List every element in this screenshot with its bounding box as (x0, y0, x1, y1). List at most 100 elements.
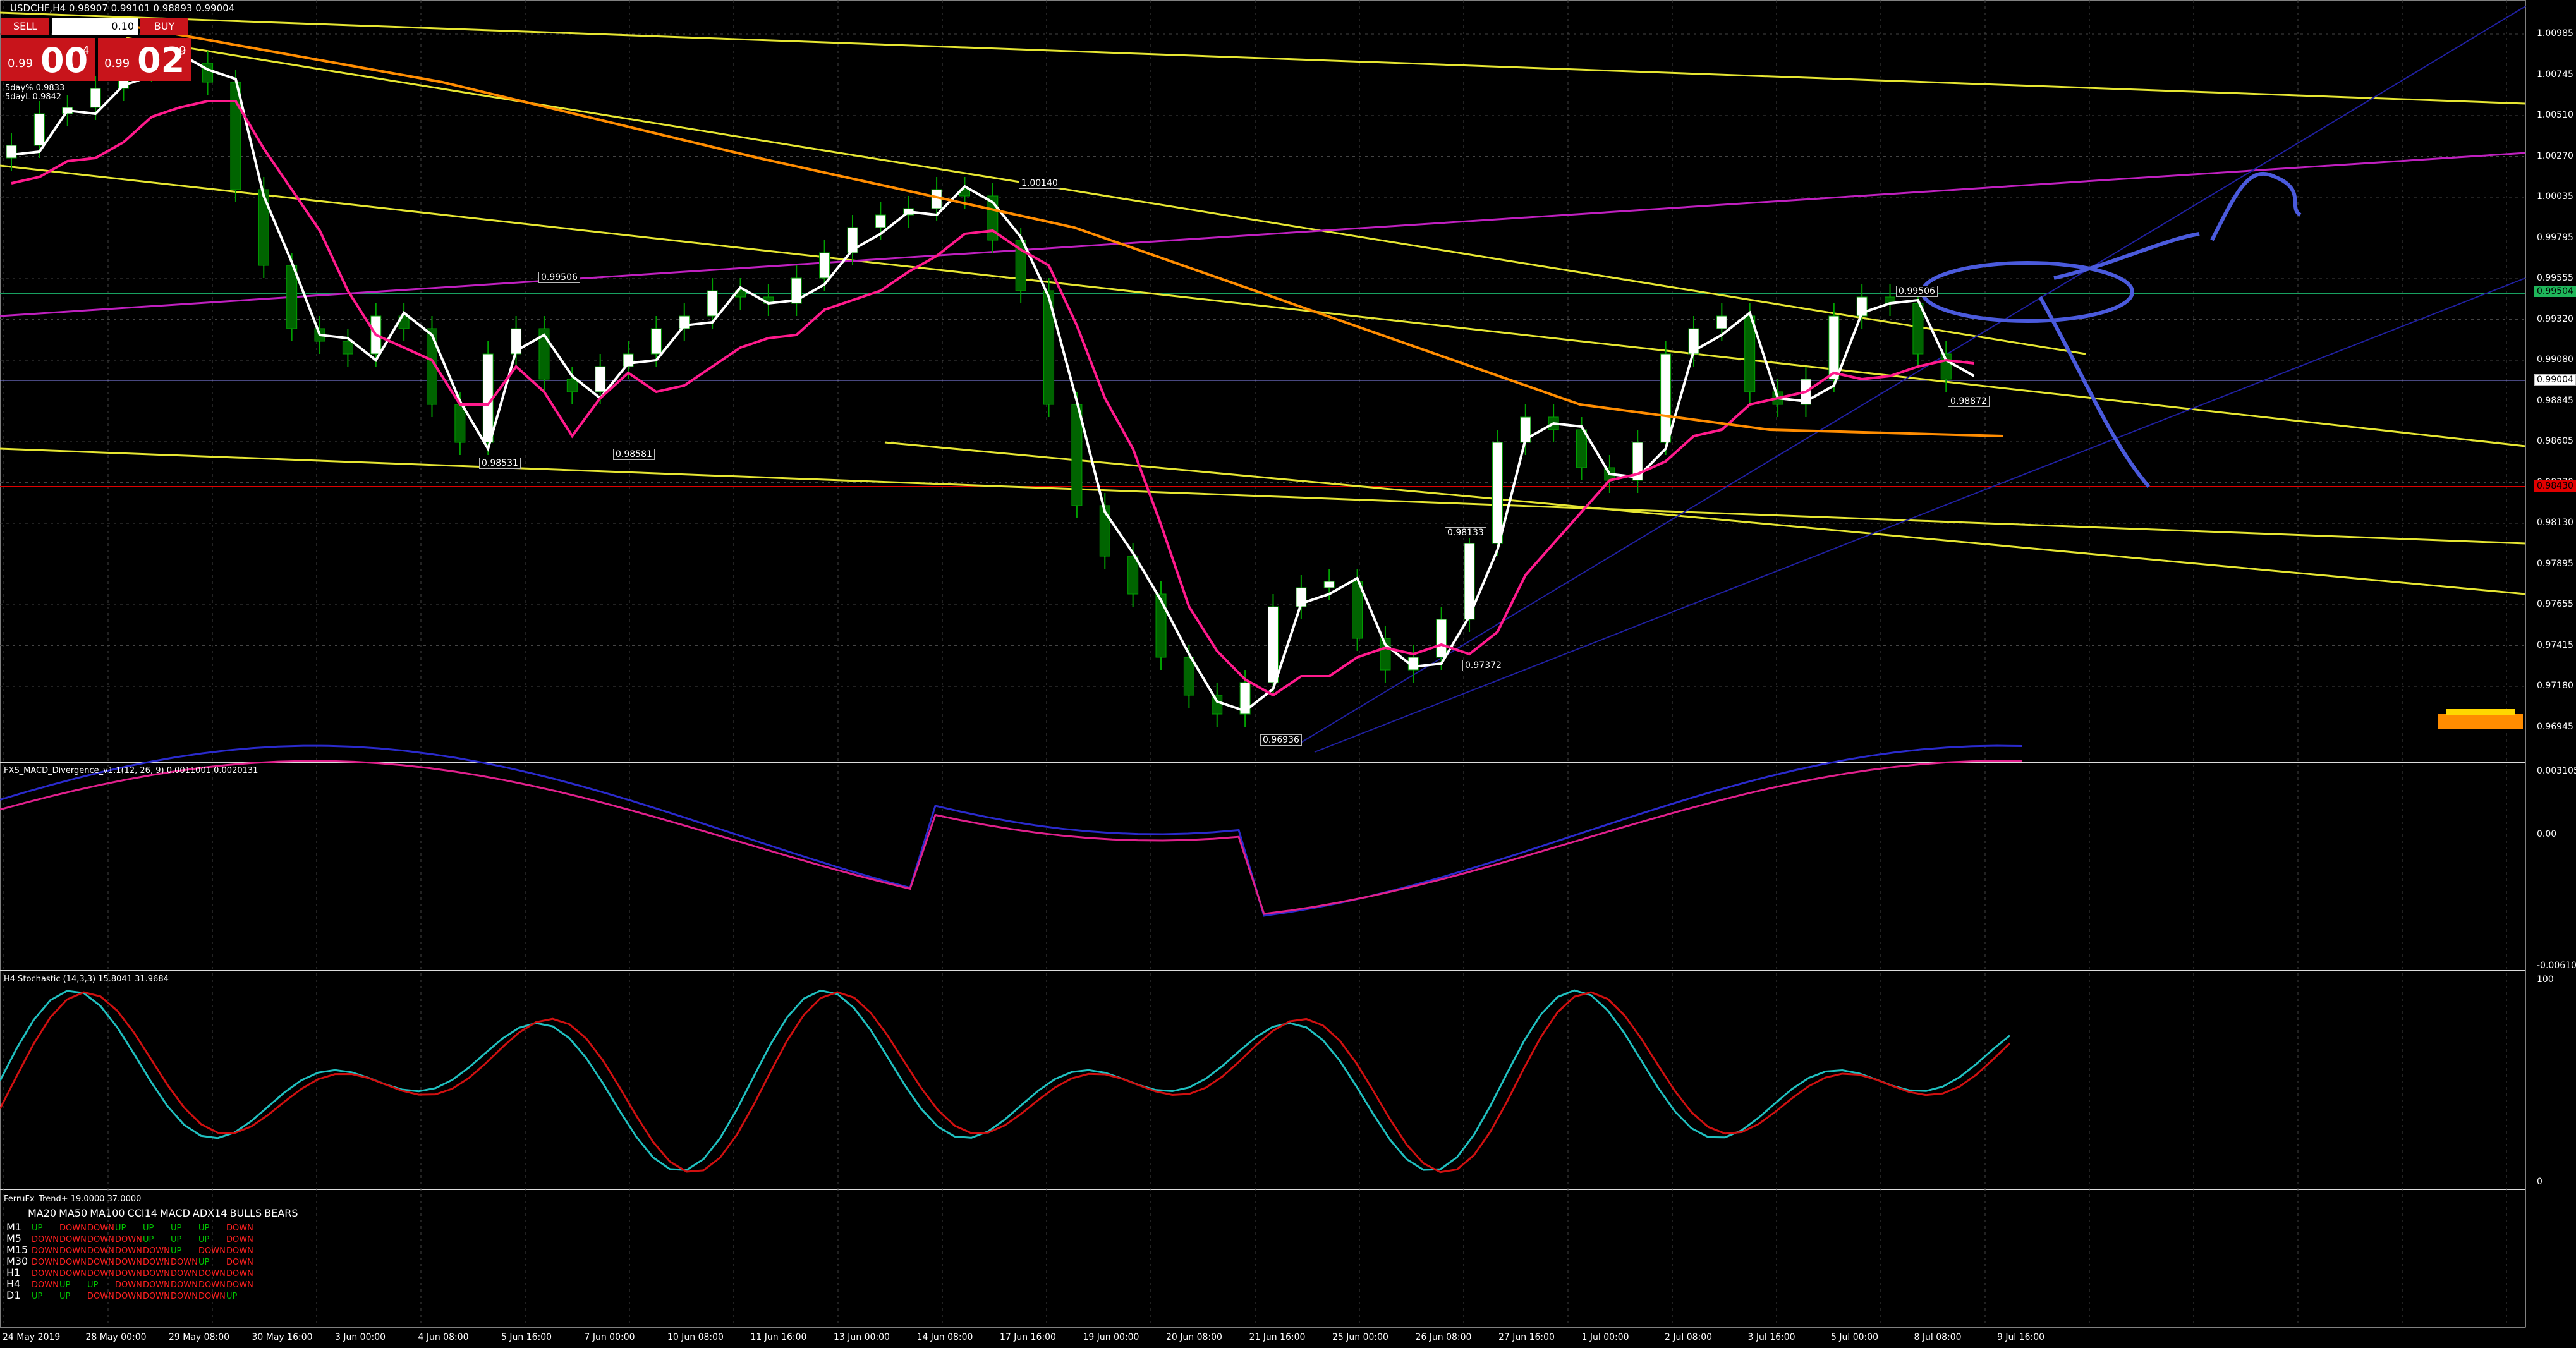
trend-cell: DOWN (32, 1235, 59, 1244)
trend-cell: UP (198, 1258, 210, 1267)
trend-cell: DOWN (87, 1235, 114, 1244)
candle-body (707, 290, 718, 317)
candle-body (1127, 556, 1139, 595)
candle-body (566, 379, 578, 392)
trend-row: H1 DOWNDOWNDOWNDOWNDOWNDOWNDOWNDOWN (6, 1266, 254, 1278)
chart-canvas[interactable] (0, 0, 2576, 1348)
red-level-label: 0.98430 (2534, 480, 2576, 492)
price-axis-label: 0.97655 (2537, 599, 2573, 609)
trend-cell: UP (115, 1224, 126, 1233)
trend-cell: DOWN (143, 1280, 170, 1290)
candle-body (342, 341, 353, 355)
trend-cell: DOWN (115, 1280, 142, 1290)
candle-body (1828, 315, 1840, 380)
trend-cell: DOWN (32, 1258, 59, 1267)
trend-header: BEARS (264, 1207, 298, 1219)
candle-body (1183, 657, 1194, 696)
stochastic-level-0: 0 (2537, 1177, 2543, 1187)
candle-body (6, 145, 17, 159)
candle-body (1155, 593, 1167, 658)
trend-row: M30 DOWNDOWNDOWNDOWNDOWNDOWNUP DOWN (6, 1255, 254, 1267)
sell-price-button[interactable]: 0.99 00 4 (1, 38, 95, 81)
date-axis-label: 2 Jul 08:00 (1665, 1332, 1713, 1342)
trend-cell: UP (32, 1292, 43, 1301)
candle-body (1352, 581, 1363, 639)
price-axis-label: 0.99320 (2537, 313, 2573, 324)
trend-row: H4 DOWNUP UP DOWNDOWNDOWNDOWNDOWN (6, 1278, 254, 1290)
stochastic-signal-line (0, 991, 2011, 1174)
trend-cell: UP (143, 1235, 154, 1244)
trend-cell: DOWN (198, 1246, 226, 1256)
macd-level-top: 0.0031059 (2537, 766, 2576, 776)
trend-cell: DOWN (226, 1224, 253, 1233)
lot-size-input[interactable]: 0.10 (52, 18, 138, 35)
date-axis-label: 21 Jun 16:00 (1249, 1332, 1306, 1342)
candle-body (595, 366, 606, 392)
date-axis-label: 28 May 00:00 (85, 1332, 147, 1342)
buy-price-prefix: 0.99 (104, 57, 130, 70)
trend-cell: UP (198, 1235, 210, 1244)
candle-body (258, 189, 269, 266)
ohlc-values: 0.98907 0.99101 0.98893 0.99004 (68, 3, 235, 14)
trend-cell: DOWN (59, 1258, 87, 1267)
trend-row: M15 DOWNDOWNDOWNDOWNDOWNUP DOWNDOWN (6, 1244, 254, 1256)
trend-cell: DOWN (226, 1246, 253, 1256)
trend-header: CCI14 (127, 1207, 157, 1219)
trend-cell: DOWN (226, 1258, 253, 1267)
trend-cell: DOWN (59, 1246, 87, 1256)
date-axis-label: 8 Jul 08:00 (1914, 1332, 1962, 1342)
price-axis-label: 1.00745 (2537, 69, 2573, 80)
trend-cell: DOWN (171, 1258, 198, 1267)
trend-cell: DOWN (198, 1280, 226, 1290)
trend-cell: DOWN (87, 1224, 114, 1233)
swing-low-label: 0.98872 (1948, 396, 1990, 407)
date-axis-label: 3 Jun 00:00 (335, 1332, 386, 1342)
sell-button[interactable]: SELL (1, 18, 49, 35)
trend-cell: DOWN (87, 1269, 114, 1278)
trend-cell: DOWN (171, 1269, 198, 1278)
trend-cell: UP (59, 1292, 71, 1301)
macd-signal-line (0, 744, 2023, 917)
trend-timeframe: M30 (6, 1255, 28, 1267)
price-axis-label: 0.98845 (2537, 395, 2573, 406)
macd-level-bottom: -0.0061026 (2537, 961, 2576, 971)
trend-cell: DOWN (59, 1269, 87, 1278)
price-axis-label: 1.00270 (2537, 150, 2573, 161)
price-axis-label: 0.98130 (2537, 518, 2573, 528)
date-axis-label: 9 Jul 16:00 (1997, 1332, 2045, 1342)
drawing-ellipse (1921, 261, 2134, 323)
date-axis-label: 19 Jun 00:00 (1083, 1332, 1139, 1342)
buy-button[interactable]: BUY (140, 18, 188, 35)
volume-block (2446, 709, 2515, 715)
candle-body (819, 252, 830, 279)
ma-orange-line (126, 24, 2004, 437)
stochastic-main-line (0, 989, 2010, 1171)
candle-body (1323, 581, 1335, 588)
trend-timeframe: M1 (6, 1221, 21, 1233)
price-axis-label: 0.98605 (2537, 436, 2573, 446)
buy-price-pip: 9 (179, 44, 186, 58)
swing-high-label: 1.00140 (1019, 178, 1060, 189)
trend-cell: UP (59, 1280, 71, 1290)
trend-timeframe: H4 (6, 1278, 21, 1290)
trend-cell: DOWN (59, 1235, 87, 1244)
sell-price-prefix: 0.99 (8, 57, 33, 70)
macd-main-line (0, 760, 2023, 915)
swing-label: 0.99506 (538, 272, 580, 283)
candle-body (1716, 315, 1727, 329)
trend-timeframe: M15 (6, 1244, 28, 1256)
trend-cell: DOWN (115, 1246, 142, 1256)
swing-low-label: 0.97372 (1462, 660, 1504, 671)
chart-title: USDCHF,H4 0.98907 0.99101 0.98893 0.9900… (10, 3, 234, 14)
price-axis-label: 0.97415 (2537, 640, 2573, 650)
trendline (0, 447, 2526, 545)
date-axis-label: 30 May 16:00 (252, 1332, 313, 1342)
trend-cell: DOWN (143, 1292, 170, 1301)
buy-price-button[interactable]: 0.99 02 9 (98, 38, 192, 81)
trend-cell: DOWN (143, 1258, 170, 1267)
trend-cell: DOWN (32, 1269, 59, 1278)
candle-body (454, 404, 466, 443)
trend-cell: DOWN (59, 1224, 87, 1233)
date-axis-label: 4 Jun 08:00 (418, 1332, 469, 1342)
price-axis-label: 1.00510 (2537, 110, 2573, 120)
